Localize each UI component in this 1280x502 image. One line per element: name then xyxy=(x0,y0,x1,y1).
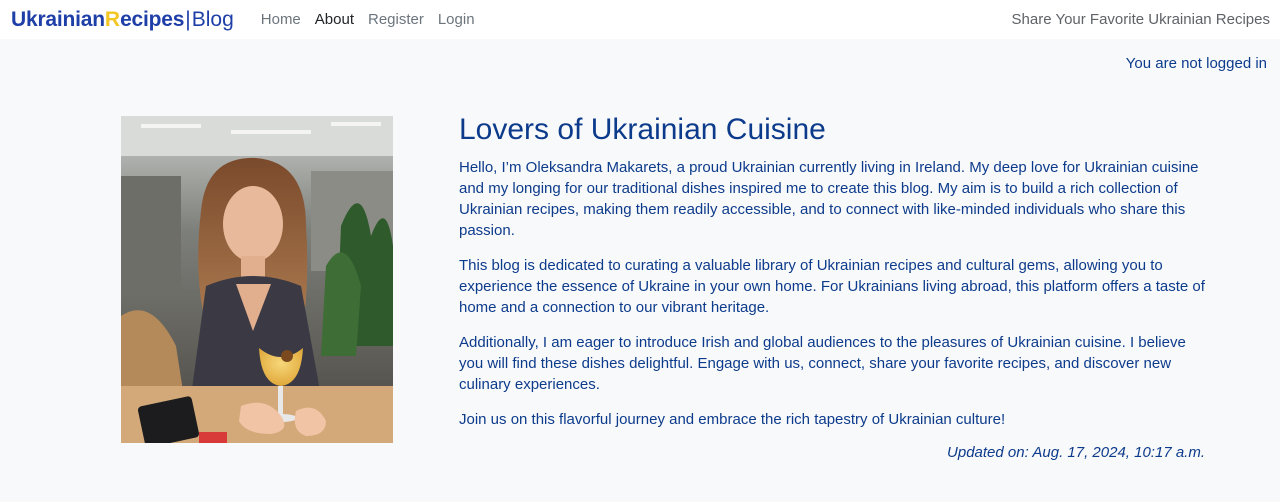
brand-part-ukrainian: Ukrainian xyxy=(11,8,105,31)
main-nav: Home About Register Login xyxy=(254,11,482,28)
nav-register[interactable]: Register xyxy=(361,11,431,28)
about-paragraph-intro: Hello, I’m Oleksandra Makarets, a proud … xyxy=(459,158,1199,239)
about-paragraph-invite: Join us on this flavorful journey and em… xyxy=(459,410,1006,428)
about-paragraph-purpose: This blog is dedicated to curating a val… xyxy=(459,256,1205,316)
nav-about[interactable]: About xyxy=(308,11,361,28)
updated-timestamp: Updated on: Aug. 17, 2024, 10:17 a.m. xyxy=(947,444,1205,461)
about-paragraph-audience: Additionally, I am eager to introduce Ir… xyxy=(459,333,1186,393)
brand-part-ecipes: ecipes xyxy=(120,8,185,31)
author-photo xyxy=(121,116,393,443)
login-status: You are not logged in xyxy=(1125,55,1267,72)
brand-part-blog: Blog xyxy=(191,8,234,31)
site-tagline: Share Your Favorite Ukrainian Recipes xyxy=(1011,11,1270,28)
brand-part-r: R xyxy=(104,8,121,31)
about-section: Lovers of Ukrainian Cuisine Hello, I’m O… xyxy=(459,113,1219,444)
page-title: Lovers of Ukrainian Cuisine xyxy=(459,113,826,146)
nav-home[interactable]: Home xyxy=(254,11,308,28)
navbar: Ukrainian Recipes | Blog Home About Registe… xyxy=(0,0,1280,39)
brand-separator: | xyxy=(185,8,191,31)
brand-logo[interactable]: Ukrainian Recipes | Blog xyxy=(11,9,234,30)
nav-login[interactable]: Login xyxy=(431,11,482,28)
